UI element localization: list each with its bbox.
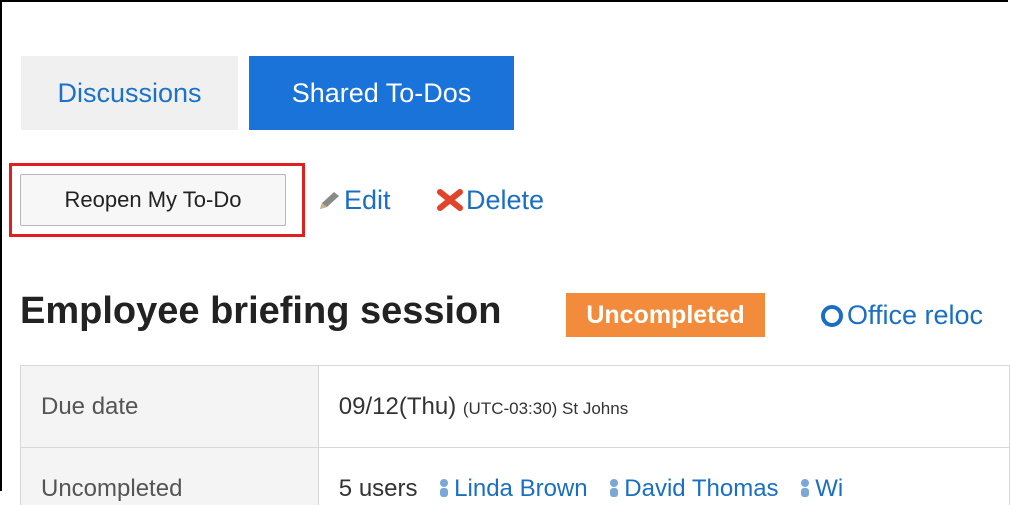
uncompleted-label: Uncompleted <box>21 448 319 505</box>
related-discussion-label: Office reloc <box>847 300 983 330</box>
table-row: Uncompleted 5 users Linda Brown David Th… <box>21 448 1010 505</box>
uncompleted-users: 5 users Linda Brown David Thomas Wi <box>318 448 1009 505</box>
due-date-label: Due date <box>21 366 319 448</box>
user-name: Linda Brown <box>454 475 587 502</box>
details-table: Due date 09/12(Thu) (UTC-03:30) St Johns… <box>20 365 1010 505</box>
user-icon <box>438 478 450 498</box>
due-date-value: 09/12(Thu) (UTC-03:30) St Johns <box>318 366 1009 448</box>
uncompleted-count: 5 users <box>339 475 418 502</box>
delete-link[interactable]: Delete <box>436 181 544 219</box>
due-date: 09/12(Thu) <box>339 393 456 420</box>
user-name: Wi <box>815 475 843 502</box>
due-timezone: (UTC-03:30) St Johns <box>463 399 628 418</box>
page-title: Employee briefing session <box>20 286 501 336</box>
user-icon <box>799 478 811 498</box>
user-name: David Thomas <box>624 475 778 502</box>
status-badge: Uncompleted <box>566 293 765 337</box>
user-link[interactable]: Wi <box>799 475 843 502</box>
tab-discussions[interactable]: Discussions <box>21 56 238 130</box>
user-link[interactable]: David Thomas <box>608 475 778 502</box>
user-link[interactable]: Linda Brown <box>438 475 587 502</box>
table-row: Due date 09/12(Thu) (UTC-03:30) St Johns <box>21 366 1010 448</box>
user-icon <box>608 478 620 498</box>
reopen-my-todo-button[interactable]: Reopen My To-Do <box>20 174 286 226</box>
edit-link[interactable]: Edit <box>316 181 391 219</box>
delete-label: Delete <box>466 185 544 215</box>
edit-label: Edit <box>344 185 391 215</box>
x-icon <box>436 188 464 212</box>
tab-shared-todos[interactable]: Shared To-Dos <box>249 56 514 130</box>
discussion-icon <box>821 305 843 327</box>
related-discussion-link[interactable]: Office reloc <box>821 293 983 337</box>
pencil-icon <box>316 190 342 212</box>
